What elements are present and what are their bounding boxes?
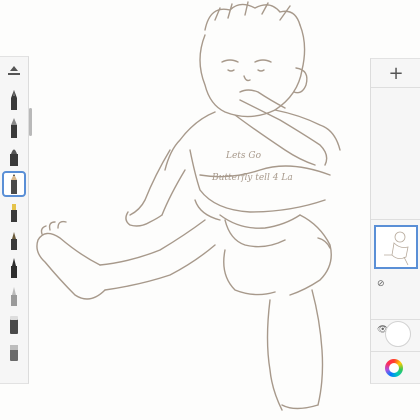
pencil-icon — [11, 174, 17, 194]
paint-brush-icon — [10, 149, 18, 166]
brush-pencil[interactable] — [2, 171, 26, 197]
layer-thumb-background[interactable] — [385, 321, 411, 347]
color-wheel-icon[interactable] — [385, 359, 403, 377]
marker-icon — [11, 204, 17, 222]
panel-divider — [371, 351, 420, 352]
toolbar-scrollbar[interactable] — [29, 108, 32, 136]
brush-size-slider[interactable] — [2, 59, 26, 83]
brush-smudge[interactable] — [2, 339, 26, 365]
panel-divider — [371, 219, 420, 220]
size-slider-icon — [8, 66, 20, 75]
brush-ink-pen[interactable] — [2, 87, 26, 113]
technical-pen-icon — [11, 118, 17, 138]
felt-tip-icon — [11, 232, 17, 250]
brush-toolbar — [0, 56, 29, 384]
eye-hidden-icon[interactable]: ⊘ — [377, 279, 385, 289]
shirt-text-line2: Butterfly tell 4 La — [211, 173, 293, 183]
brush-fine-liner[interactable] — [2, 255, 26, 281]
drawing-canvas[interactable]: Lets Go Butterfly tell 4 La — [0, 0, 420, 420]
brush-airbrush[interactable] — [2, 283, 26, 309]
brush-paint-brush[interactable] — [2, 143, 26, 169]
shirt-text-line1: Lets Go — [225, 151, 262, 161]
ink-pen-icon — [11, 90, 17, 110]
baby-line-drawing: Lets Go Butterfly tell 4 La — [36, 1, 341, 411]
layer-thumb-sketch[interactable] — [374, 225, 418, 269]
eraser-icon — [10, 316, 18, 334]
brush-marker[interactable] — [2, 199, 26, 225]
smudge-icon — [10, 345, 18, 361]
plus-icon: + — [388, 62, 404, 84]
brush-technical-pen[interactable] — [2, 115, 26, 141]
brush-felt-tip[interactable] — [2, 227, 26, 253]
brush-eraser[interactable] — [2, 311, 26, 337]
layers-panel: + 👁 ⊘ 👁 — [370, 58, 420, 384]
fine-liner-icon — [11, 258, 17, 278]
panel-divider — [371, 319, 420, 320]
layer-preview-icon — [384, 231, 409, 266]
add-layer-button[interactable]: + — [371, 59, 420, 88]
airbrush-icon — [11, 287, 17, 306]
